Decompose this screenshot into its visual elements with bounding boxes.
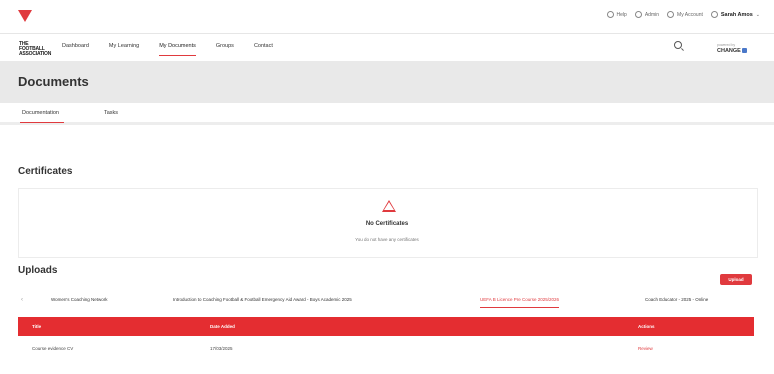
page-header: Documents xyxy=(0,61,774,103)
column-date-added[interactable]: Date Added xyxy=(210,324,235,329)
nav-groups[interactable]: Groups xyxy=(216,43,234,56)
admin-icon xyxy=(634,11,642,18)
row-date: 17/03/2025 xyxy=(210,346,233,351)
nav-my-documents[interactable]: My Documents xyxy=(159,43,196,56)
nav-my-learning[interactable]: My Learning xyxy=(109,43,139,56)
upload-filter-tabs: ‹ Women's Coaching Network Introduction … xyxy=(18,292,758,308)
row-title: Course evidence CV xyxy=(32,346,74,351)
partner-logo: powered by CHANGE xyxy=(717,43,748,54)
table-row: Course evidence CV 17/03/2025 Review xyxy=(18,341,754,357)
help-icon xyxy=(606,11,614,18)
account-icon xyxy=(667,11,675,18)
upload-button[interactable]: Upload xyxy=(720,274,752,285)
uploads-heading: Uploads xyxy=(18,265,58,276)
warning-icon xyxy=(382,200,396,212)
column-actions: Actions xyxy=(638,324,655,329)
nav-contact[interactable]: Contact xyxy=(254,43,273,56)
empty-state-title: No Certificates xyxy=(365,221,409,227)
certificates-heading: Certificates xyxy=(18,166,73,177)
user-menu[interactable]: Sarah Amos ⌄ xyxy=(710,11,760,18)
partner-logo-icon xyxy=(742,48,748,54)
uploads-table-header: Title Date Added Actions xyxy=(18,317,754,336)
nav-dashboard[interactable]: Dashboard xyxy=(62,43,89,56)
user-name: Sarah Amos xyxy=(720,11,753,18)
filter-tab[interactable]: Women's Coaching Network xyxy=(51,297,108,302)
top-bar: Help Admin My Account Sarah Amos ⌄ xyxy=(0,0,774,34)
search-icon[interactable] xyxy=(674,41,682,49)
my-account-link[interactable]: My Account xyxy=(667,11,703,18)
filter-tab[interactable]: Coach Educator - 2025 - Online xyxy=(645,297,708,302)
row-review-link[interactable]: Review xyxy=(638,346,653,351)
admin-link[interactable]: Admin xyxy=(634,11,659,18)
main-nav: THE FOOTBALL ASSOCIATION Dashboard My Le… xyxy=(0,34,774,60)
page-title: Documents xyxy=(18,74,89,89)
sub-tabs: Documentation Tasks xyxy=(0,103,774,125)
help-link[interactable]: Help xyxy=(606,11,627,18)
tab-documentation[interactable]: Documentation xyxy=(22,110,64,123)
filter-tab[interactable]: Introduction to Coaching Football & Foot… xyxy=(173,297,352,302)
user-avatar-icon xyxy=(710,11,718,18)
top-links: Help Admin My Account Sarah Amos ⌄ xyxy=(606,11,760,18)
empty-state-message: You do not have any certificates xyxy=(355,237,419,242)
chevron-down-icon: ⌄ xyxy=(755,11,760,18)
fa-brand-logo[interactable]: THE FOOTBALL ASSOCIATION xyxy=(19,42,51,57)
column-title[interactable]: Title xyxy=(32,324,41,329)
filter-tab-active[interactable]: UEFA B Licence Pre Course 2025/2026 xyxy=(480,297,559,308)
chevron-left-icon[interactable]: ‹ xyxy=(21,297,23,303)
brand-logo[interactable] xyxy=(18,10,32,22)
tab-tasks[interactable]: Tasks xyxy=(104,110,118,116)
